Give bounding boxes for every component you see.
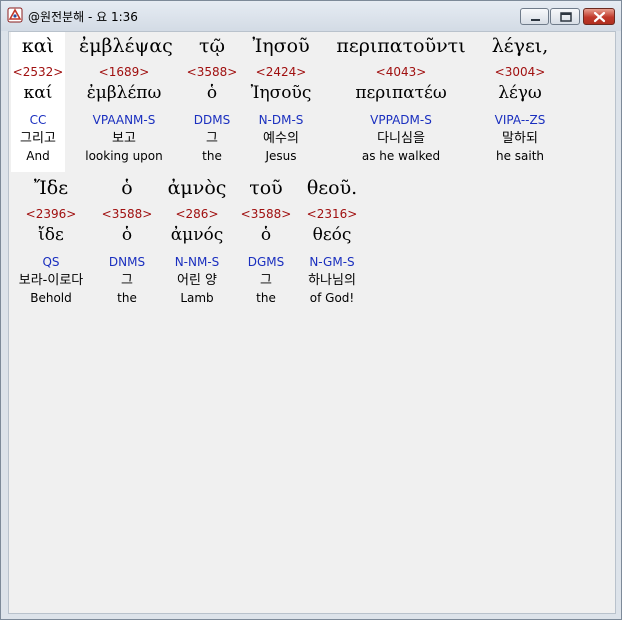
word-0-2[interactable]: τῷ <3588> ὁ DDMS 그 the <box>182 32 242 172</box>
english-gloss: Behold <box>30 291 72 305</box>
close-icon <box>593 11 606 23</box>
english-gloss: And <box>26 149 50 163</box>
word-0-0[interactable]: καὶ <2532> καί CC 그리고 And <box>11 32 65 172</box>
greek-word: ὁ <box>121 177 133 199</box>
korean-gloss: 어린 양 <box>176 273 217 288</box>
minimize-button[interactable] <box>520 8 549 25</box>
lemma: περιπατέω <box>355 83 447 103</box>
greek-word: λέγει, <box>491 35 549 57</box>
parsing-code: VPPADM-S <box>370 113 432 127</box>
word-1-3[interactable]: τοῦ <3588> ὁ DGMS 그 the <box>239 174 293 314</box>
maximize-icon <box>560 12 572 22</box>
maximize-button[interactable] <box>550 8 580 25</box>
lemma: λέγω <box>498 83 542 103</box>
greek-word: τοῦ <box>249 177 283 199</box>
korean-gloss: 그 <box>121 273 133 288</box>
english-gloss: looking upon <box>85 149 163 163</box>
verse-line-2: Ἴδε <2396> ἴδε QS 보라-이로다 Behold ὁ <3588>… <box>9 174 615 314</box>
korean-gloss: 하나님의 <box>308 273 356 288</box>
strong-number: <3588> <box>186 65 238 79</box>
lemma: θεός <box>312 225 352 245</box>
korean-gloss: 말하되 <box>502 131 538 146</box>
parsing-code: CC <box>29 113 47 127</box>
greek-word: ἀμνὸς <box>167 177 227 199</box>
strong-number: <3588> <box>240 207 292 221</box>
parsing-code: N-GM-S <box>309 255 355 269</box>
english-gloss: the <box>202 149 222 163</box>
lemma: ἀμνός <box>170 225 224 245</box>
app-icon <box>7 7 23 23</box>
word-1-0[interactable]: Ἴδε <2396> ἴδε QS 보라-이로다 Behold <box>11 174 91 314</box>
parsing-code: DNMS <box>108 255 146 269</box>
close-button[interactable] <box>583 8 615 25</box>
strong-number: <4043> <box>375 65 427 79</box>
english-gloss: of God! <box>309 291 355 305</box>
interlinear-view[interactable]: καὶ <2532> καί CC 그리고 And ἐμβλέψας <1689… <box>8 31 616 614</box>
strong-number: <286> <box>175 207 219 221</box>
strong-number: <2424> <box>255 65 307 79</box>
lemma: καί <box>23 83 53 103</box>
korean-gloss: 보고 <box>112 131 136 146</box>
word-1-2[interactable]: ἀμνὸς <286> ἀμνός N-NM-S 어린 양 Lamb <box>159 174 235 314</box>
word-0-4[interactable]: περιπατοῦντι <4043> περιπατέω VPPADM-S 다… <box>331 32 471 172</box>
strong-number: <2316> <box>306 207 358 221</box>
lemma: ὁ <box>206 83 218 103</box>
strong-number: <2532> <box>12 65 64 79</box>
lemma: Ἰησοῦς <box>250 83 312 103</box>
parsing-code: DDMS <box>193 113 231 127</box>
greek-word: Ἴδε <box>33 177 69 199</box>
english-gloss: the <box>117 291 137 305</box>
korean-gloss: 다니심을 <box>377 131 425 146</box>
english-gloss: the <box>256 291 276 305</box>
greek-word: καὶ <box>21 35 55 57</box>
parsing-code: VIPA--ZS <box>494 113 546 127</box>
parsing-code: DGMS <box>247 255 285 269</box>
minimize-icon <box>531 19 540 21</box>
word-1-4[interactable]: θεοῦ. <2316> θεός N-GM-S 하나님의 of God! <box>297 174 367 314</box>
english-gloss: Lamb <box>180 291 214 305</box>
word-1-1[interactable]: ὁ <3588> ὁ DNMS 그 the <box>99 174 155 314</box>
parsing-code: N-DM-S <box>258 113 304 127</box>
greek-word: θεοῦ. <box>306 177 358 199</box>
app-window: @원전분해 - 요 1:36 καὶ <2532> καί CC 그리고 And… <box>0 0 622 620</box>
lemma: ἐμβλέπω <box>86 83 162 103</box>
greek-word: ἐμβλέψας <box>79 35 173 57</box>
korean-gloss: 보라-이로다 <box>18 273 84 288</box>
parsing-code: N-NM-S <box>174 255 220 269</box>
title-bar[interactable]: @원전분해 - 요 1:36 <box>1 1 621 31</box>
word-0-3[interactable]: Ἰησοῦ <2424> Ἰησοῦς N-DM-S 예수의 Jesus <box>241 32 321 172</box>
parsing-code: QS <box>42 255 60 269</box>
parsing-code: VPAANM-S <box>92 113 156 127</box>
lemma: ὁ <box>121 225 133 245</box>
word-0-5[interactable]: λέγει, <3004> λέγω VIPA--ZS 말하되 he saith <box>481 32 559 172</box>
strong-number: <1689> <box>98 65 150 79</box>
lemma: ἴδε <box>38 225 64 245</box>
english-gloss: as he walked <box>361 149 441 163</box>
english-gloss: he saith <box>495 149 545 163</box>
window-title: @원전분해 - 요 1:36 <box>28 10 138 24</box>
word-0-1[interactable]: ἐμβλέψας <1689> ἐμβλέπω VPAANM-S 보고 look… <box>79 32 173 172</box>
korean-gloss: 그 <box>206 131 218 146</box>
greek-word: τῷ <box>198 35 225 57</box>
lemma: ὁ <box>260 225 272 245</box>
korean-gloss: 예수의 <box>263 131 299 146</box>
korean-gloss: 그 <box>260 273 272 288</box>
english-gloss: Jesus <box>265 149 297 163</box>
korean-gloss: 그리고 <box>20 131 56 146</box>
strong-number: <3004> <box>494 65 546 79</box>
strong-number: <2396> <box>25 207 77 221</box>
strong-number: <3588> <box>101 207 153 221</box>
verse-line-1: καὶ <2532> καί CC 그리고 And ἐμβλέψας <1689… <box>9 32 615 172</box>
greek-word: Ἰησοῦ <box>252 35 310 57</box>
greek-word: περιπατοῦντι <box>336 35 466 57</box>
